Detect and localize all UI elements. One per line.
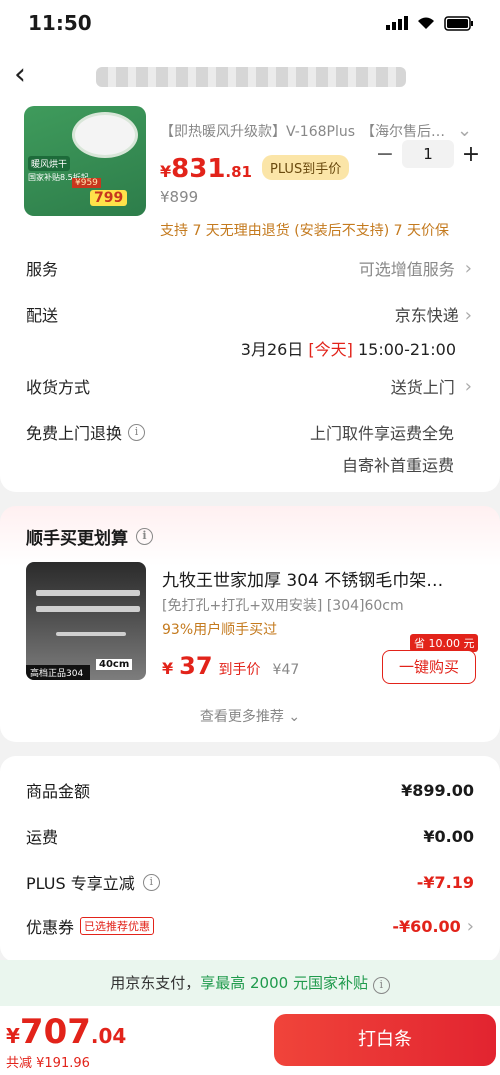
thumb-size: 40cm (96, 659, 133, 670)
recommendation-bought-pct: 93%用户顺手买过 (162, 622, 278, 638)
free-return-label: 免费上门退换 (26, 424, 123, 443)
total-price: ¥707.04 (6, 1012, 127, 1052)
back-icon[interactable]: ‹ (14, 58, 40, 94)
recommendation-card: 顺手买更划算 i 高档正品304 40cm 九牧王世家加厚 304 不锈钢毛巾架…… (0, 506, 500, 742)
nav-bar: ‹ (0, 46, 500, 106)
chevron-down-icon: ⌄ (457, 120, 473, 141)
wifi-icon (418, 17, 434, 29)
recommendation-name[interactable]: 九牧王世家加厚 304 不锈钢毛巾架… (162, 566, 474, 591)
product-thumbnail[interactable]: 暖风烘干 国家补贴8.5折起 ¥959 799 (24, 106, 146, 216)
plus-price-badge: PLUS到手价 (262, 155, 350, 180)
info-icon[interactable]: i (136, 528, 153, 545)
recommendation-title: 顺手买更划算 i (26, 524, 153, 549)
thumb-tag: 高档正品304 (26, 665, 90, 680)
minus-button[interactable]: − (372, 142, 398, 167)
chevron-right-icon: › (464, 257, 472, 279)
see-more-link[interactable]: 查看更多推荐 ⌄ (0, 706, 500, 726)
status-bar: 11:50 (0, 0, 500, 46)
signal-icon (386, 16, 408, 30)
recommendation-spec: [免打孔+打孔+双用安装] [304]60cm (162, 598, 404, 614)
chevron-right-icon: › (464, 375, 472, 397)
free-return-row: 免费上门退换 i 上门取件享运费全免 自寄补首重运费 (0, 420, 500, 476)
total-discount: 共减 ¥191.96 (6, 1056, 90, 1071)
delivery-time: 3月26日 [今天] 15:00-21:00 (240, 340, 456, 359)
chevron-right-icon: › (466, 915, 474, 937)
checkout-bar: ¥707.04 共减 ¥191.96 打白条 (0, 1006, 500, 1075)
original-price: ¥899 (160, 188, 199, 206)
thumb-tag: 暖风烘干 (28, 156, 71, 171)
goods-amount-row: 商品金额 ¥899.00 (26, 780, 474, 802)
product-block: 暖风烘干 国家补贴8.5折起 ¥959 799 【即热暖风升级款】V-168Pl… (0, 106, 500, 246)
product-price: ¥831.81 PLUS到手价 (160, 154, 350, 184)
free-return-value-2: 自寄补首重运费 (341, 456, 454, 475)
payment-subsidy-note[interactable]: 用京东支付，享最高 2000 元国家补贴 i (0, 960, 500, 1006)
info-icon[interactable]: i (142, 873, 160, 891)
quantity-field[interactable]: 1 (402, 140, 454, 168)
service-label: 服务 (26, 260, 59, 279)
plus-discount-row: PLUS 专享立减 i -¥7.19 (26, 872, 474, 894)
coupon-tag: 已选推荐优惠 (80, 917, 155, 935)
page-title-blurred (96, 67, 406, 87)
return-policy: 支持 7 天无理由退货 (安装后不支持) 7 天价保 (160, 223, 449, 239)
receive-value: 送货上门 (390, 378, 455, 397)
battery-icon (444, 15, 473, 31)
status-time: 11:50 (28, 11, 92, 35)
order-card: 暖风烘干 国家补贴8.5折起 ¥959 799 【即热暖风升级款】V-168Pl… (0, 106, 500, 492)
pay-button[interactable]: 打白条 (274, 1014, 496, 1066)
product-spec[interactable]: 【即热暖风升级款】V-168Plus 【海尔售后… ⌄ (160, 120, 472, 141)
delivery-row[interactable]: 配送 京东快递 › 3月26日 [今天] 15:00-21:00 (0, 302, 500, 360)
product-variant: 【即热暖风升级款】V-168Plus (160, 123, 356, 140)
recommendation-price: ¥37 到手价 ¥47 (162, 652, 300, 680)
recommendation-thumbnail[interactable]: 高档正品304 40cm (26, 562, 146, 680)
thumb-price-new: 799 (90, 190, 128, 206)
info-icon[interactable]: i (128, 423, 146, 441)
shipping-row: 运费 ¥0.00 (26, 826, 474, 848)
quantity-stepper[interactable]: − 1 + (372, 140, 484, 168)
one-click-buy-button[interactable]: 一键购买 (382, 650, 476, 684)
price-summary-card: 商品金额 ¥899.00 运费 ¥0.00 PLUS 专享立减 i -¥7.19 优惠券… (0, 756, 500, 962)
plus-button[interactable]: + (458, 142, 484, 167)
chevron-right-icon: › (464, 305, 472, 326)
receive-label: 收货方式 (26, 378, 91, 397)
free-return-value: 上门取件享运费全免 (309, 424, 454, 443)
status-icons (386, 15, 474, 31)
delivery-value: 京东快递 (394, 306, 459, 325)
thumb-price-old: ¥959 (72, 178, 101, 188)
service-row[interactable]: 服务 可选增值服务 › (0, 256, 500, 280)
service-value: 可选增值服务 (358, 260, 455, 279)
product-warranty: 【海尔售后… (361, 123, 446, 140)
coupon-row[interactable]: 优惠券 已选推荐优惠 -¥60.00 › (26, 914, 474, 938)
delivery-label: 配送 (26, 306, 59, 325)
receive-row[interactable]: 收货方式 送货上门 › (0, 374, 500, 398)
info-icon[interactable]: i (372, 977, 390, 994)
